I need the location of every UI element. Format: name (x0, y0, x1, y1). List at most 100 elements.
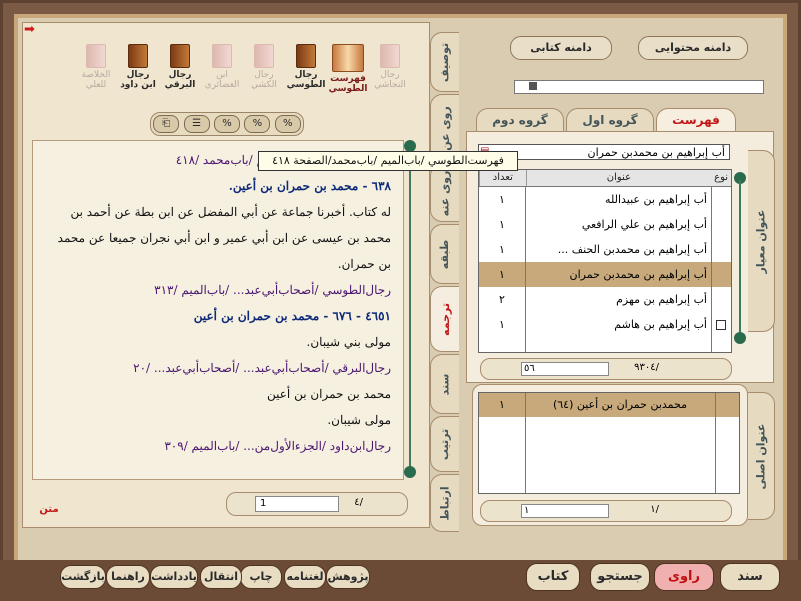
book-icon (170, 44, 190, 68)
vtab-label: سند (438, 373, 452, 395)
tab-standard-title[interactable]: عنوان معيار (748, 150, 775, 332)
original-page-input[interactable]: ١ (521, 504, 609, 518)
book-label: رجال ابن داود (120, 70, 156, 90)
text-line: رجال‌البرقي /أصحاب‌أبي‌عبد... /أصحاب‌أبي… (133, 361, 391, 375)
nav-button[interactable]: جستجو (590, 563, 650, 591)
text-line: مولى بني شيبان. (306, 335, 391, 349)
index-page-input[interactable]: ٥٦ (521, 362, 609, 376)
toolbar-button[interactable]: % (213, 115, 240, 133)
header-title[interactable]: عنوان (525, 170, 712, 186)
header-count[interactable]: تعداد (479, 170, 526, 186)
book-button[interactable]: رجال البرقي (160, 42, 200, 104)
toolbar-button[interactable]: % (244, 115, 271, 133)
vtab[interactable]: توصيف (430, 32, 459, 92)
text-line: رجال‌الطوسي /أصحاب‌أبي‌عبد... /باب‌الميم… (154, 283, 391, 297)
tab-original-title[interactable]: عنوان اصلی (748, 392, 775, 520)
book-button[interactable]: الخلاصة للعلي (76, 42, 116, 104)
book-button[interactable]: فهرست الطوسي (328, 42, 368, 104)
toolbar-button[interactable]: ☰ (183, 115, 210, 133)
tool-button[interactable]: پژوهش (326, 565, 370, 589)
vtab[interactable]: ارتباط (430, 474, 459, 532)
scroll-bottom-knob[interactable] (404, 466, 416, 478)
tab-group1[interactable]: گروه اول (566, 108, 654, 131)
tab-original-title-label: عنوان اصلی (754, 423, 768, 489)
table-row[interactable]: ١ محمدبن حمران بن أعين (٦٤) (479, 393, 739, 417)
range-slider[interactable] (514, 80, 764, 94)
table-row[interactable]: ١ أب إبراهيم بن علي الرافعي (479, 212, 731, 237)
vtab[interactable]: روى عنه (430, 164, 459, 222)
scroll-track[interactable] (739, 180, 741, 336)
book-label: رجال النجاشي (374, 70, 406, 90)
nav-button[interactable]: كتاب (526, 563, 580, 591)
scroll-track[interactable] (409, 150, 411, 468)
vtab-label: توصيف (438, 42, 452, 82)
book-button[interactable]: ابن الغضائري (202, 42, 242, 104)
original-page-count: /١ (650, 504, 659, 515)
tool-button[interactable]: راهنما (106, 565, 150, 589)
book-icon (380, 44, 400, 68)
vtab[interactable]: سند (430, 354, 459, 414)
nav-button[interactable]: سند (720, 563, 780, 591)
vtab[interactable]: طبقه (430, 224, 459, 284)
row-count: ١ (499, 243, 505, 256)
index-page-count: /٩٣٠٤ (634, 362, 659, 373)
page-input[interactable]: 1 (255, 496, 339, 512)
nav-button[interactable]: راوی (654, 563, 714, 591)
row-count: ١ (499, 398, 505, 411)
path-tooltip: فهرست‌الطوسي /باب‌الميم /باب‌محمد/الصفحة… (258, 151, 518, 171)
content-scope-button[interactable]: دامنه محتوایی (638, 36, 748, 60)
book-button[interactable]: رجال النجاشي (370, 42, 410, 104)
toolbar-button[interactable]: % (274, 115, 301, 133)
matn-tab[interactable]: متن (34, 502, 64, 518)
row-title: أب إبراهيم بن هاشم (614, 318, 707, 331)
tab-index[interactable]: فهرست (656, 108, 736, 133)
text-line: محمد بن عيسى عن ابن أبي عمير و ابن أبي ن… (57, 231, 391, 245)
toolbar-button[interactable]: ⎗ (153, 115, 180, 133)
book-icon (86, 44, 106, 68)
vertical-tabs: توصيف روى عن روى عنه طبقه ترجمه سند ترتيب ارتبا… (430, 24, 460, 532)
text-pane: فهرست‌الطوسي /باب‌الميم /باب‌محمد /٤١٨٦٣… (32, 140, 404, 480)
vtab[interactable]: ترتيب (430, 416, 459, 472)
vtab-label: طبقه (438, 239, 452, 269)
table-row[interactable]: ١ أب إبراهيم بن عبيدالله (479, 187, 731, 212)
tool-button[interactable]: انتقال (200, 565, 242, 589)
text-line: رجال‌ابن‌داود /الجزء‌الأول‌من... /باب‌ال… (164, 439, 391, 453)
book-button[interactable]: رجال ابن داود (118, 42, 158, 104)
slider-thumb[interactable] (529, 82, 537, 90)
row-type (711, 287, 731, 312)
table-row[interactable]: ١ أب إبراهيم بن محمدبن الحنف ... (479, 237, 731, 262)
text-line: محمد بن حمران بن أعين (267, 387, 391, 401)
table-header: تعداد عنوان نوع (479, 170, 731, 187)
header-type[interactable]: نوع (711, 170, 731, 186)
row-title: أب إبراهيم بن علي الرافعي (581, 218, 707, 231)
book-button[interactable]: رجال الكشي (244, 42, 284, 104)
original-table: ١ محمدبن حمران بن أعين (٦٤) (478, 392, 740, 494)
text-pager: 1 /٤ (226, 492, 408, 516)
book-scope-button[interactable]: دامنه كتابی (510, 36, 612, 60)
scroll-bottom-knob[interactable] (734, 332, 746, 344)
tool-button[interactable]: یادداشت (150, 565, 198, 589)
tool-button[interactable]: چاپ (240, 565, 282, 589)
row-checkbox[interactable] (716, 320, 726, 330)
index-pager: ٥٦ /٩٣٠٤ (480, 358, 732, 380)
table-row[interactable]: ٢ أب إبراهيم بن مهزم (479, 287, 731, 312)
tab-group2[interactable]: گروه دوم (476, 108, 564, 131)
book-button[interactable]: رجال الطوسي (286, 42, 326, 104)
table-row[interactable]: ١ أب إبراهيم بن هاشم (479, 312, 731, 337)
tool-button[interactable]: لغتنامه (284, 565, 326, 589)
arrow-right-icon[interactable]: ➡ (24, 23, 40, 36)
table-row[interactable]: ١ أب إبراهيم بن محمدبن حمران (479, 262, 731, 287)
book-icon (296, 44, 316, 68)
book-label: الخلاصة للعلي (81, 70, 111, 90)
tool-button[interactable]: بازگشت (60, 565, 106, 589)
row-title: أب إبراهيم بن محمدبن الحنف ... (557, 243, 707, 256)
book-icon (212, 44, 232, 68)
text-scrollbar[interactable] (404, 140, 416, 480)
vtab[interactable]: ترجمه (430, 286, 459, 352)
row-count: ٢ (499, 293, 505, 306)
book-label: رجال الكشي (251, 70, 277, 90)
row-title: محمدبن حمران بن أعين (٦٤) (552, 398, 688, 411)
tab-standard-title-label: عنوان معيار (754, 209, 768, 273)
index-scrollbar[interactable] (734, 172, 746, 344)
horizontal-tabs: گروه دوم گروه اول فهرست (466, 108, 736, 133)
